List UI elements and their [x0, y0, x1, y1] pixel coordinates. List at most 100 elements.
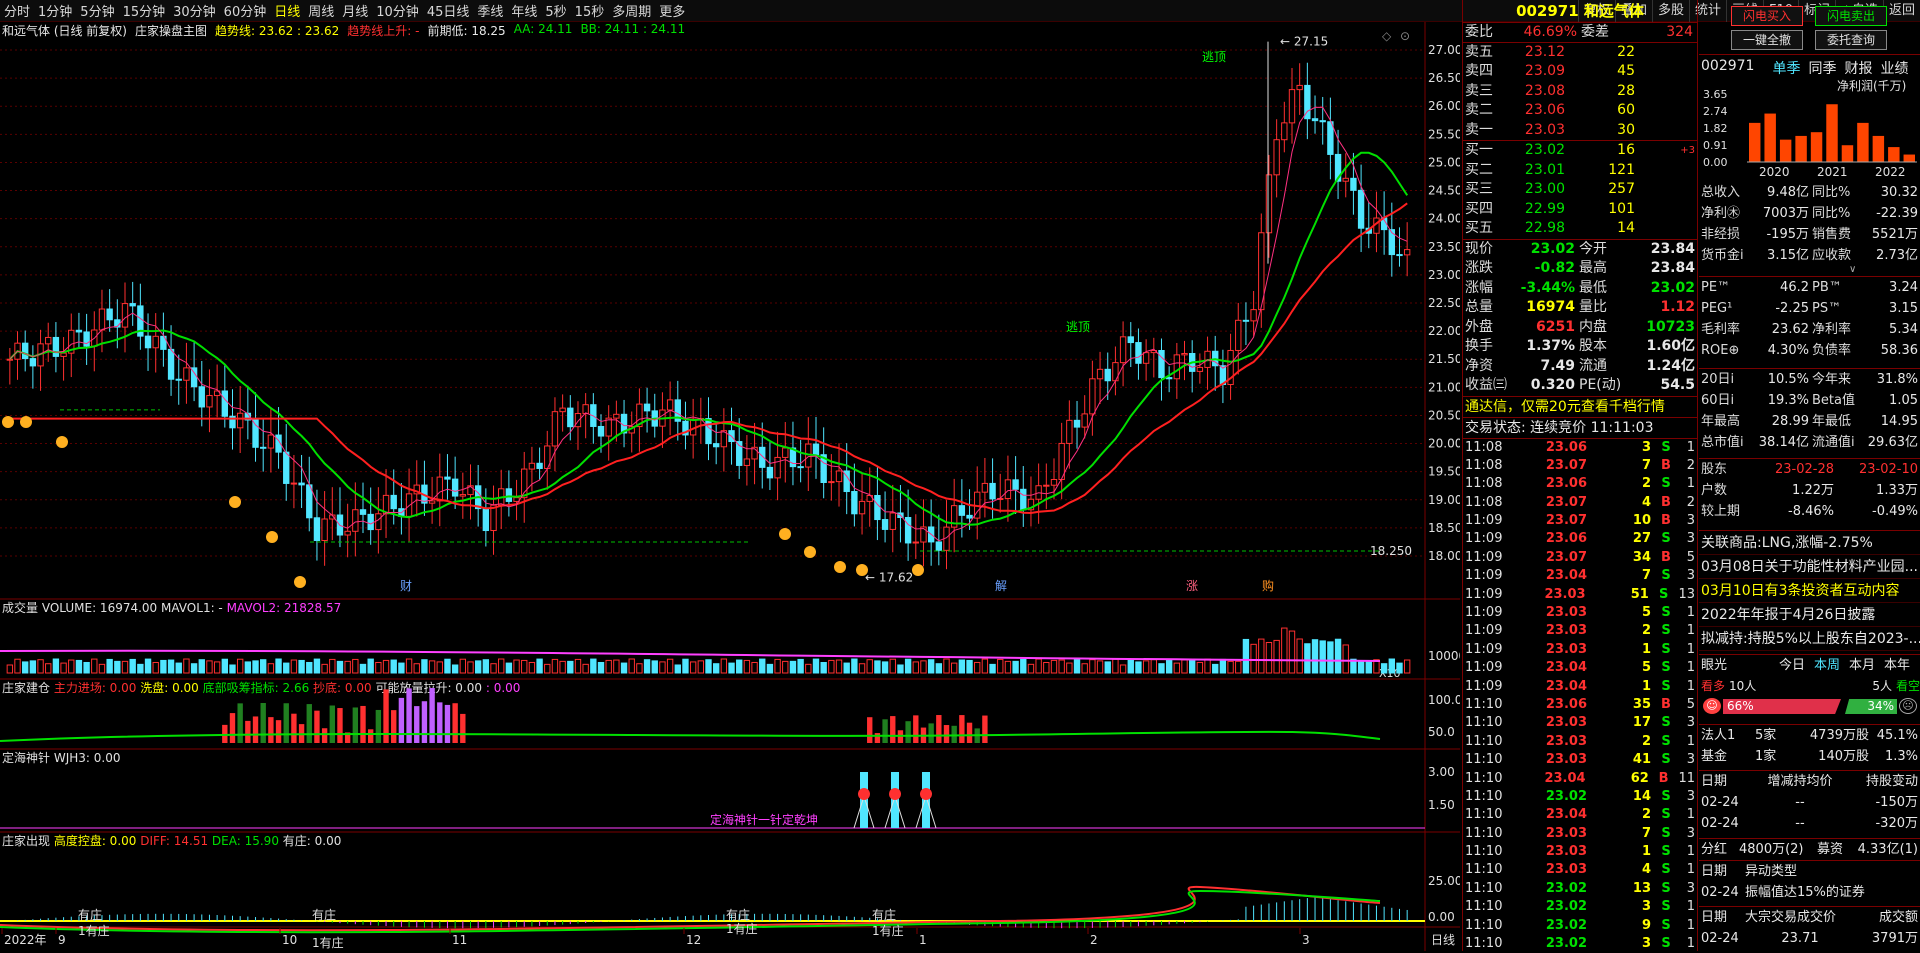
abnormal-table: 日期异动类型 02-24振幅值达15%的证券	[1699, 860, 1920, 903]
tick-row: 11:0923.041S1	[1463, 678, 1697, 696]
period-tab-3[interactable]: 15分钟	[119, 1, 170, 20]
eye-tab-today[interactable]: 今日	[1779, 655, 1814, 677]
tab-single-quarter[interactable]: 单季	[1772, 58, 1800, 78]
period-tab-6[interactable]: 日线	[270, 1, 304, 20]
period-tab-11[interactable]: 季线	[473, 1, 507, 20]
ask-row[interactable]: 卖二23.0660	[1463, 101, 1697, 121]
price-axis-label: 23.50	[1428, 240, 1460, 254]
tick-volume: 7	[1587, 825, 1651, 843]
news-item[interactable]: 关联商品:LNG,涨幅-2.75%	[1699, 531, 1920, 555]
holding-change-table: 日期增减持均价持股变动02-24---150万02-24---320万	[1699, 770, 1920, 834]
period-tab-7[interactable]: 周线	[304, 1, 338, 20]
needle-axis: 3.00	[1428, 765, 1455, 779]
fin-label2: 销售费	[1809, 224, 1864, 245]
period-tab-0[interactable]: 分时	[0, 1, 34, 20]
needle-label: 定海神针一针定乾坤	[710, 812, 818, 827]
period-tab-1[interactable]: 1分钟	[34, 1, 76, 20]
thumb-down-icon[interactable]: ☹	[1899, 698, 1917, 714]
bid-row[interactable]: 买三23.00257	[1463, 180, 1697, 200]
tab-same-quarter[interactable]: 同季	[1808, 58, 1836, 78]
period-tab-10[interactable]: 45日线	[423, 1, 474, 20]
val-value2: 3.15	[1864, 298, 1920, 319]
ask-price: 23.12	[1507, 43, 1565, 63]
collapse-icon[interactable]: ◇	[1382, 29, 1392, 43]
period-tab-13[interactable]: 5秒	[541, 1, 570, 20]
news-list[interactable]: 关联商品:LNG,涨幅-2.75%03月08日关于功能性材料产业园...03月1…	[1699, 530, 1920, 651]
chart-area[interactable]: 和远气体 (日线 前复权) 庄家操盘主图 趋势线: 23.62 : 23.62 …	[0, 22, 1460, 951]
news-item[interactable]: 2022年年报于4月26日披露	[1699, 603, 1920, 627]
ask-label: 卖五	[1463, 43, 1507, 63]
cancel-all-button[interactable]: 一键全撤	[1731, 30, 1803, 50]
period-tab-15[interactable]: 多周期	[608, 1, 655, 20]
perf-label: 年最高	[1699, 411, 1754, 432]
prev-value2: -0.49%	[1834, 501, 1920, 522]
perf-value: 38.14亿	[1754, 432, 1809, 453]
profit-chart: 净利润(千万)3.652.741.820.910.00202020212022	[1699, 76, 1920, 180]
ask-row[interactable]: 卖三23.0828	[1463, 82, 1697, 102]
tab-report[interactable]: 财报	[1844, 58, 1872, 78]
kline-chart[interactable]: 27.0026.5026.0025.5025.0024.5024.0023.50…	[0, 22, 1460, 951]
tick-volume: 1	[1587, 843, 1651, 861]
hold-cell: -150万	[1845, 792, 1920, 813]
profit-bar	[1904, 155, 1915, 162]
news-item[interactable]: 拟减持:持股5%以上股东自2023-...	[1699, 627, 1920, 651]
needle-axis: 1.50	[1428, 798, 1455, 812]
news-item[interactable]: 03月10日有3条投资者互动内容	[1699, 579, 1920, 603]
hus-value1: 1.22万	[1754, 480, 1834, 501]
profit-bar	[1795, 136, 1806, 162]
period-tab-14[interactable]: 15秒	[571, 1, 609, 20]
promo-link[interactable]: 通达信，仅需20元查看千档行情	[1463, 396, 1697, 417]
period-tab-8[interactable]: 月线	[338, 1, 372, 20]
price-axis-label: 26.00	[1428, 99, 1460, 113]
flash-sell-button[interactable]: 闪电卖出	[1815, 6, 1887, 26]
hold-hdr: 增减持均价	[1755, 771, 1845, 792]
tick-row: 11:0923.0627S3	[1463, 530, 1697, 548]
val-label: 毛利率	[1699, 319, 1754, 340]
tick-volume: 5	[1587, 604, 1651, 622]
tick-time: 11:10	[1463, 751, 1521, 769]
tick-count: 5	[1681, 549, 1697, 567]
period-tab-12[interactable]: 年线	[507, 1, 541, 20]
period-tab-16[interactable]: 更多	[655, 1, 689, 20]
perf-label2: 流通值i	[1809, 432, 1864, 453]
bid-row[interactable]: 买五22.9814	[1463, 219, 1697, 239]
bid-row[interactable]: 买四22.99101	[1463, 200, 1697, 220]
thumb-up-icon[interactable]: ☺	[1703, 698, 1721, 714]
expand-chevron-icon[interactable]: ∨	[1849, 264, 1856, 275]
stat-label: 换手	[1463, 337, 1507, 357]
stat-label2: 最低	[1575, 279, 1625, 299]
tick-price: 23.07	[1521, 457, 1587, 475]
tick-list[interactable]: 11:0823.063S111:0823.077B211:0823.062S11…	[1463, 438, 1697, 953]
eye-section: 眼光 今日 本周 本月 本年 看多 10人 5人 看空 ☺ 66% 34% ☹	[1699, 654, 1920, 717]
tab-performance[interactable]: 业绩	[1880, 58, 1908, 78]
period-tab-9[interactable]: 10分钟	[372, 1, 423, 20]
eye-tab-month[interactable]: 本月	[1849, 655, 1884, 677]
period-tab-2[interactable]: 5分钟	[76, 1, 118, 20]
tick-time: 11:10	[1463, 733, 1521, 751]
eye-tab-year[interactable]: 本年	[1884, 655, 1919, 677]
bid-row[interactable]: 买一23.0216+3	[1463, 141, 1697, 161]
perf-row: 20日i10.5%今年来31.8%	[1699, 369, 1920, 390]
price-axis-label: 27.00	[1428, 43, 1460, 57]
needle-marker-icon	[889, 788, 901, 800]
inst2-count: 1家	[1755, 746, 1791, 767]
ask-row[interactable]: 卖一23.0330	[1463, 121, 1697, 141]
ask-row[interactable]: 卖五23.1222	[1463, 43, 1697, 63]
flash-buy-button[interactable]: 闪电买入	[1731, 6, 1803, 26]
price-axis-label: 25.00	[1428, 155, 1460, 169]
tick-row: 11:1023.034S1	[1463, 861, 1697, 879]
eye-tab-week[interactable]: 本周	[1814, 655, 1849, 677]
bid-row[interactable]: 买二23.01121	[1463, 161, 1697, 181]
perf-label: 60日i	[1699, 390, 1754, 411]
news-item[interactable]: 03月08日关于功能性材料产业园...	[1699, 555, 1920, 579]
tick-price: 23.06	[1521, 696, 1587, 714]
hold-cell: 02-24	[1699, 792, 1755, 813]
settings-icon[interactable]: ⊙	[1400, 29, 1410, 43]
ask-row[interactable]: 卖四23.0945	[1463, 62, 1697, 82]
finance-tabs: 002971 单季 同季 财报 业绩	[1701, 58, 1908, 78]
period-tab-4[interactable]: 30分钟	[169, 1, 220, 20]
order-query-button[interactable]: 委托查询	[1815, 30, 1887, 50]
profit-year: 2021	[1817, 165, 1848, 179]
period-tab-5[interactable]: 60分钟	[220, 1, 271, 20]
tick-price: 23.02	[1521, 880, 1587, 898]
